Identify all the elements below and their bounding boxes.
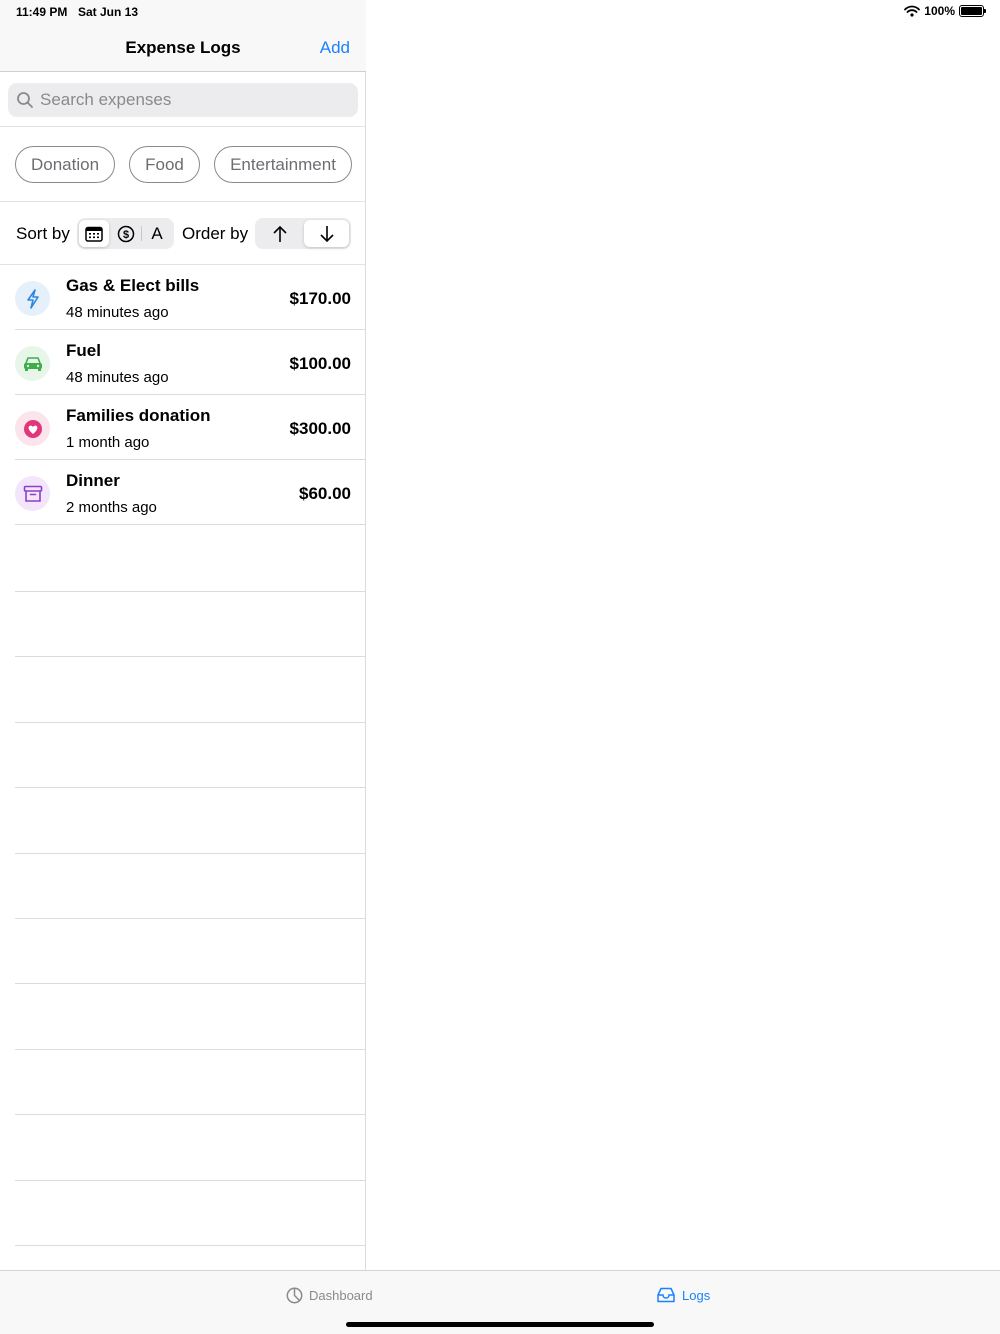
empty-row-divider [15,1049,366,1050]
list-item[interactable]: Fuel 48 minutes ago $100.00 [0,330,366,395]
bolt-icon [15,281,50,316]
sort-bar: Sort by $ A Order by [0,202,366,265]
order-ascending-button[interactable] [257,220,302,247]
list-item[interactable]: Dinner 2 months ago $60.00 [0,460,366,525]
sort-by-date-button[interactable] [79,220,109,247]
battery-icon [959,5,986,17]
add-button[interactable]: Add [320,38,350,58]
expense-time: 2 months ago [66,499,157,516]
expense-time: 48 minutes ago [66,369,169,386]
empty-row-divider [15,656,366,657]
tab-dashboard[interactable]: Dashboard [286,1287,373,1304]
dollar-icon: $ [117,225,134,242]
empty-row-divider [15,591,366,592]
sort-by-amount-button[interactable]: $ [110,220,141,247]
wifi-icon [904,5,921,17]
navigation-bar: Expense Logs Add [0,24,366,72]
car-icon [15,346,50,381]
expense-title: Gas & Elect bills [66,276,200,295]
list-item[interactable]: Families donation 1 month ago $300.00 [0,395,366,460]
chart-pie-icon [286,1287,303,1304]
status-time: 11:49 PM [16,5,68,19]
archive-icon [15,476,50,511]
tab-logs[interactable]: Logs [656,1287,710,1303]
arrow-down-icon [319,225,334,242]
status-indicators: 100% [904,4,986,18]
expense-amount: $300.00 [289,419,351,438]
tab-label: Logs [682,1287,711,1303]
expense-amount: $170.00 [289,289,351,308]
expense-time: 1 month ago [66,434,150,451]
heart-icon [15,411,50,446]
search-section: Search expenses [0,73,366,127]
page-title: Expense Logs [125,38,241,57]
row-divider [15,524,366,525]
empty-row-divider [15,1245,366,1246]
filter-chip-donation[interactable]: Donation [15,146,115,183]
list-item[interactable]: Gas & Elect bills 48 minutes ago $170.00 [0,265,366,330]
order-descending-button[interactable] [304,220,349,247]
category-filters: Donation Food Entertainment [0,127,366,202]
empty-row-divider [15,853,366,854]
search-icon [17,92,33,108]
empty-row-divider [15,722,366,723]
tab-label: Dashboard [309,1288,373,1303]
home-indicator [346,1322,654,1327]
order-segmented-control [255,218,351,249]
empty-row-divider [15,1180,366,1181]
expense-time: 48 minutes ago [66,304,169,321]
empty-row-divider [15,918,366,919]
sort-by-name-button[interactable]: A [142,220,172,247]
status-bar: 11:49 PM Sat Jun 13 100% [0,0,1000,24]
empty-row-divider [15,787,366,788]
sort-segmented-control: $ A [77,218,174,249]
expense-title: Fuel [66,341,101,360]
filter-chip-entertainment[interactable]: Entertainment [214,146,352,183]
expense-amount: $60.00 [299,484,351,503]
order-by-label: Order by [182,224,249,243]
arrow-up-icon [272,225,287,242]
expense-title: Dinner [66,471,120,490]
master-panel: Expense Logs Add Search expenses Donatio… [0,0,366,1270]
expense-title: Families donation [66,406,211,425]
tab-bar: Dashboard Logs [0,1270,1000,1334]
sort-by-label: Sort by [16,224,70,243]
search-input[interactable]: Search expenses [8,83,358,117]
inbox-icon [657,1287,675,1303]
status-date: Sat Jun 13 [78,5,139,19]
calendar-icon [85,226,103,242]
expense-amount: $100.00 [289,354,351,373]
filter-chip-food[interactable]: Food [129,146,200,183]
battery-level [961,7,982,15]
empty-row-divider [15,1114,366,1115]
search-placeholder: Search expenses [40,90,172,109]
empty-row-divider [15,983,366,984]
battery-percent: 100% [924,4,955,18]
svg-text:$: $ [122,229,128,241]
